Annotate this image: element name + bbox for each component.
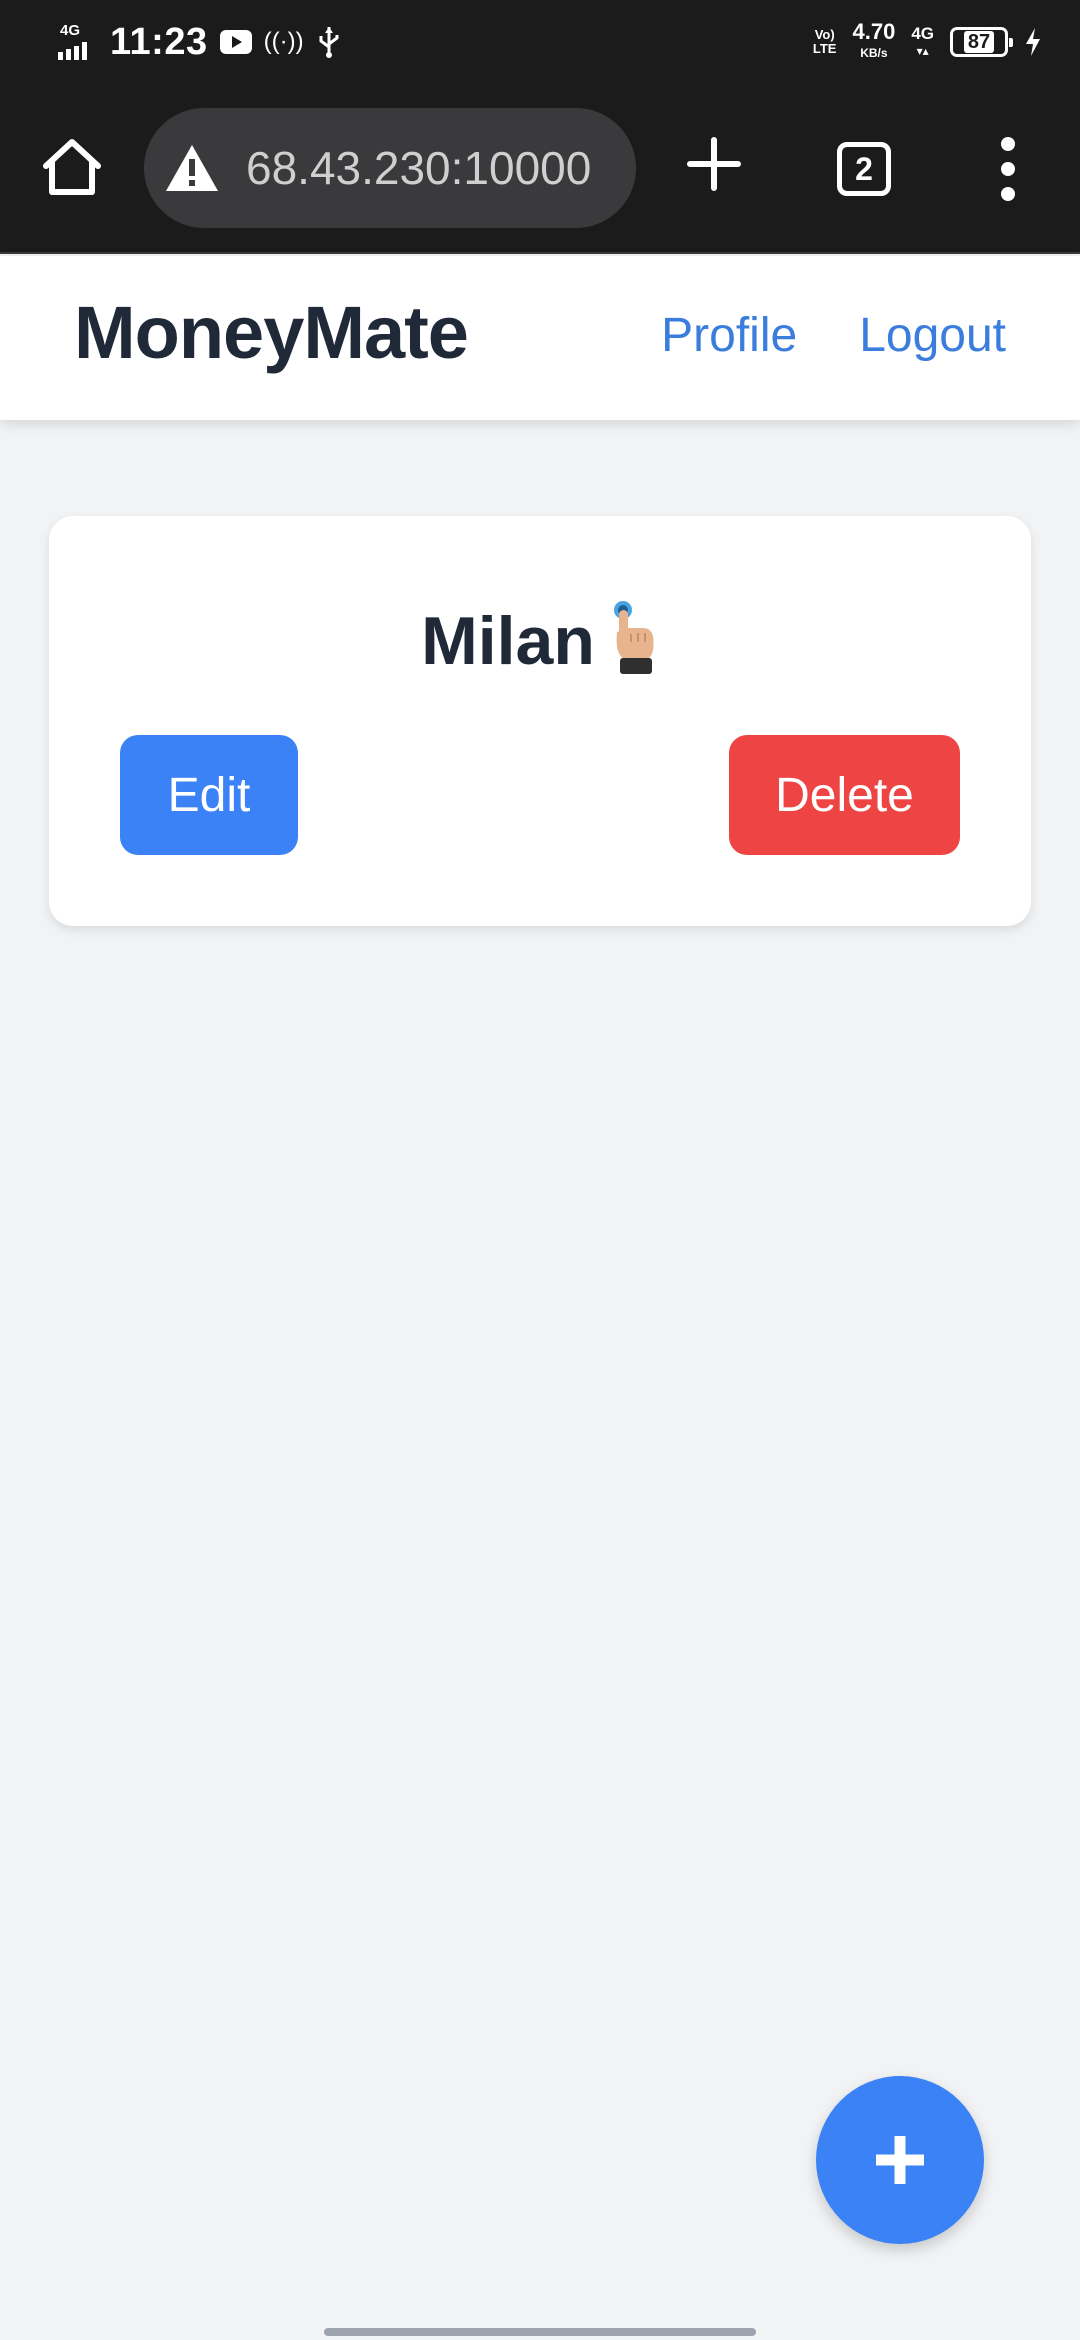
youtube-icon xyxy=(219,30,252,54)
plus-icon xyxy=(876,2136,924,2184)
status-bar-left: 4G 11:23 ((·)) xyxy=(58,18,342,66)
nav-profile-link[interactable]: Profile xyxy=(661,308,797,363)
plus-icon[interactable] xyxy=(686,136,742,192)
network-speed: 4.70 KB/s xyxy=(852,20,895,62)
tab-count: 2 xyxy=(855,150,873,187)
volte-indicator: Vo) LTE xyxy=(812,27,837,56)
network-speed-value: 4.70 xyxy=(852,18,896,44)
hotspot-icon: ((·)) xyxy=(263,28,304,55)
more-vert-icon[interactable] xyxy=(993,134,1023,204)
delete-button[interactable]: Delete xyxy=(729,735,960,855)
gesture-navigation-bar[interactable] xyxy=(324,2328,756,2336)
home-icon[interactable] xyxy=(38,134,106,200)
nav-logout-link[interactable]: Logout xyxy=(859,308,1006,363)
header-nav: Profile Logout xyxy=(661,308,1006,363)
browser-toolbar: 68.43.230:10000 2 xyxy=(0,84,1080,254)
signal-icon: 4G xyxy=(58,22,98,62)
battery-level: 87 xyxy=(963,31,995,53)
usb-icon xyxy=(319,27,339,58)
status-bar: 4G 11:23 ((·)) Vo) LTE 4.70 KB/s 4G ▾▴ 8… xyxy=(0,0,1080,84)
warning-icon[interactable] xyxy=(164,143,220,193)
add-fab-button[interactable] xyxy=(816,2076,984,2244)
mobile-data-label: 4G xyxy=(911,23,934,43)
url-text[interactable]: 68.43.230:10000 xyxy=(246,141,591,195)
person-card: Milan Edit Delete xyxy=(49,516,1031,926)
person-name: Milan xyxy=(421,603,595,679)
tabs-icon[interactable]: 2 xyxy=(837,142,891,196)
clock: 11:23 xyxy=(110,20,208,63)
network-speed-unit: KB/s xyxy=(860,45,888,60)
network-type-label: 4G xyxy=(60,22,81,39)
card-title-row: Milan xyxy=(49,598,1031,680)
battery-icon: 87 xyxy=(950,27,1013,57)
charging-bolt-icon xyxy=(1026,28,1040,56)
status-bar-right: Vo) LTE 4.70 KB/s 4G ▾▴ 87 xyxy=(813,18,1042,66)
pointing-hand-icon xyxy=(613,601,654,674)
brand-title[interactable]: MoneyMate xyxy=(74,290,469,375)
data-arrows-icon: 4G ▾▴ xyxy=(911,23,934,58)
app-header: MoneyMate Profile Logout xyxy=(0,256,1080,420)
address-bar[interactable]: 68.43.230:10000 xyxy=(144,108,636,228)
edit-button[interactable]: Edit xyxy=(120,735,298,855)
